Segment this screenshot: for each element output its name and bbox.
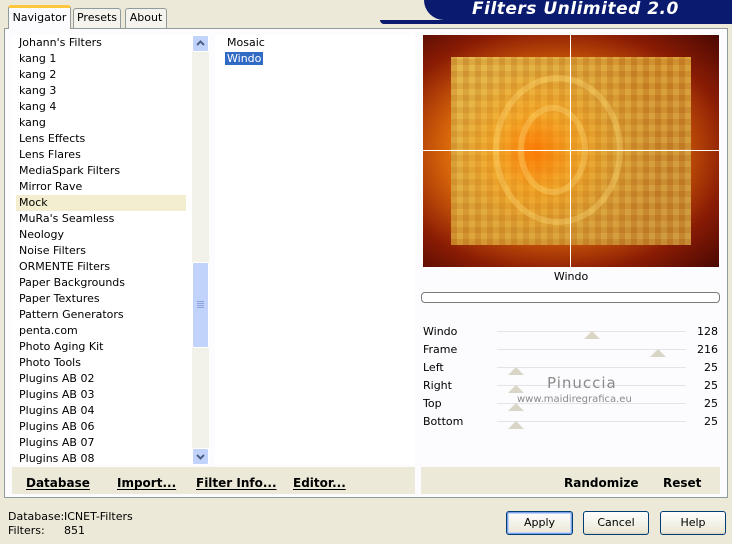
param-row-frame[interactable]: Frame 216 bbox=[421, 341, 720, 359]
slider-track[interactable] bbox=[497, 367, 686, 368]
app-title: Filters Unlimited 2.0 bbox=[472, 0, 679, 19]
filter-item[interactable]: Mosaic bbox=[227, 35, 265, 51]
category-item[interactable]: Neology bbox=[16, 227, 186, 243]
param-value: 25 bbox=[704, 379, 718, 392]
category-item[interactable]: Plugins AB 02 bbox=[16, 371, 186, 387]
help-button[interactable]: Help bbox=[660, 511, 726, 535]
category-item[interactable]: Plugins AB 08 bbox=[16, 451, 186, 467]
slider-thumb[interactable] bbox=[507, 367, 524, 375]
progress-bar bbox=[421, 292, 720, 303]
crosshair-horizontal bbox=[423, 150, 719, 151]
category-item[interactable]: MediaSpark Filters bbox=[16, 163, 186, 179]
param-value: 216 bbox=[697, 343, 718, 356]
apply-button[interactable]: Apply bbox=[506, 511, 573, 535]
param-value: 25 bbox=[704, 361, 718, 374]
category-item[interactable]: Pattern Generators bbox=[16, 307, 186, 323]
slider-thumb[interactable] bbox=[507, 385, 524, 393]
filter-item-selected[interactable]: Windo bbox=[225, 51, 264, 67]
editor-button[interactable]: Editor... bbox=[293, 475, 346, 491]
slider-thumb[interactable] bbox=[507, 421, 524, 429]
slider-thumb[interactable] bbox=[583, 331, 600, 339]
crosshair-vertical bbox=[570, 35, 571, 267]
category-list[interactable]: Johann's Filters kang 1 kang 2 kang 3 kang 4… bbox=[12, 35, 192, 465]
scroll-down-button[interactable] bbox=[192, 448, 209, 465]
preview-image[interactable] bbox=[423, 35, 719, 267]
param-label: Left bbox=[423, 361, 444, 374]
filter-info-button[interactable]: Filter Info... bbox=[196, 475, 277, 491]
category-item[interactable]: Photo Aging Kit bbox=[16, 339, 186, 355]
slider-track[interactable] bbox=[497, 421, 686, 422]
category-item[interactable]: Plugins AB 07 bbox=[16, 435, 186, 451]
category-item[interactable]: Johann's Filters bbox=[16, 35, 186, 51]
left-button-bar: Database Import... Filter Info... Editor… bbox=[12, 467, 415, 494]
param-row-bottom[interactable]: Bottom 25 bbox=[421, 413, 720, 431]
category-item[interactable]: Lens Effects bbox=[16, 131, 186, 147]
database-button[interactable]: Database bbox=[26, 475, 90, 491]
category-item[interactable]: MuRa's Seamless bbox=[16, 211, 186, 227]
preview-caption: Windo bbox=[553, 270, 589, 283]
filter-list[interactable]: Mosaic Windo bbox=[215, 35, 415, 465]
filters-count: 851 bbox=[64, 524, 85, 537]
category-item[interactable]: kang 3 bbox=[16, 83, 186, 99]
category-item[interactable]: kang 2 bbox=[16, 67, 186, 83]
category-item[interactable]: kang bbox=[16, 115, 186, 131]
database-value: ICNET-Filters bbox=[64, 510, 133, 523]
param-label: Frame bbox=[423, 343, 458, 356]
filter-item-label: Windo bbox=[225, 52, 264, 65]
category-item[interactable]: Plugins AB 06 bbox=[16, 419, 186, 435]
chevron-down-icon bbox=[196, 454, 205, 460]
category-item[interactable]: Mock bbox=[16, 195, 186, 211]
category-item[interactable]: Photo Tools bbox=[16, 355, 186, 371]
watermark-name: Pinuccia bbox=[547, 374, 617, 392]
filters-label: Filters: bbox=[8, 524, 45, 537]
watermark-url: www.maidiregrafica.eu bbox=[517, 394, 632, 405]
category-item[interactable]: Lens Flares bbox=[16, 147, 186, 163]
param-value: 25 bbox=[704, 415, 718, 428]
randomize-button[interactable]: Randomize bbox=[564, 475, 638, 491]
database-label: Database: bbox=[8, 510, 65, 523]
reset-button[interactable]: Reset bbox=[663, 475, 701, 491]
param-label: Bottom bbox=[423, 415, 464, 428]
tab-presets[interactable]: Presets bbox=[73, 8, 121, 28]
category-item[interactable]: Plugins AB 04 bbox=[16, 403, 186, 419]
category-item[interactable]: Paper Textures bbox=[16, 291, 186, 307]
right-button-bar: Randomize Reset bbox=[421, 467, 720, 494]
tab-about[interactable]: About bbox=[125, 8, 167, 28]
title-banner: Filters Unlimited 2.0 bbox=[424, 0, 732, 20]
category-item[interactable]: Mirror Rave bbox=[16, 179, 186, 195]
category-item[interactable]: Noise Filters bbox=[16, 243, 186, 259]
param-value: 128 bbox=[697, 325, 718, 338]
param-label: Windo bbox=[423, 325, 458, 338]
banner-stripe bbox=[380, 20, 732, 24]
chevron-up-icon bbox=[196, 40, 205, 46]
param-label: Top bbox=[423, 397, 442, 410]
category-item[interactable]: Plugins AB 03 bbox=[16, 387, 186, 403]
import-button[interactable]: Import... bbox=[117, 475, 176, 491]
slider-thumb[interactable] bbox=[649, 349, 666, 357]
scroll-thumb[interactable] bbox=[192, 262, 209, 348]
param-label: Right bbox=[423, 379, 452, 392]
category-scrollbar[interactable] bbox=[192, 35, 209, 465]
category-item[interactable]: Paper Backgrounds bbox=[16, 275, 186, 291]
category-item[interactable]: kang 4 bbox=[16, 99, 186, 115]
cancel-button[interactable]: Cancel bbox=[583, 511, 649, 535]
scroll-up-button[interactable] bbox=[192, 35, 209, 52]
category-item[interactable]: penta.com bbox=[16, 323, 186, 339]
category-item[interactable]: ORMENTE Filters bbox=[16, 259, 186, 275]
tab-navigator[interactable]: Navigator bbox=[8, 5, 71, 29]
category-item[interactable]: kang 1 bbox=[16, 51, 186, 67]
param-row-windo[interactable]: Windo 128 bbox=[421, 323, 720, 341]
param-value: 25 bbox=[704, 397, 718, 410]
